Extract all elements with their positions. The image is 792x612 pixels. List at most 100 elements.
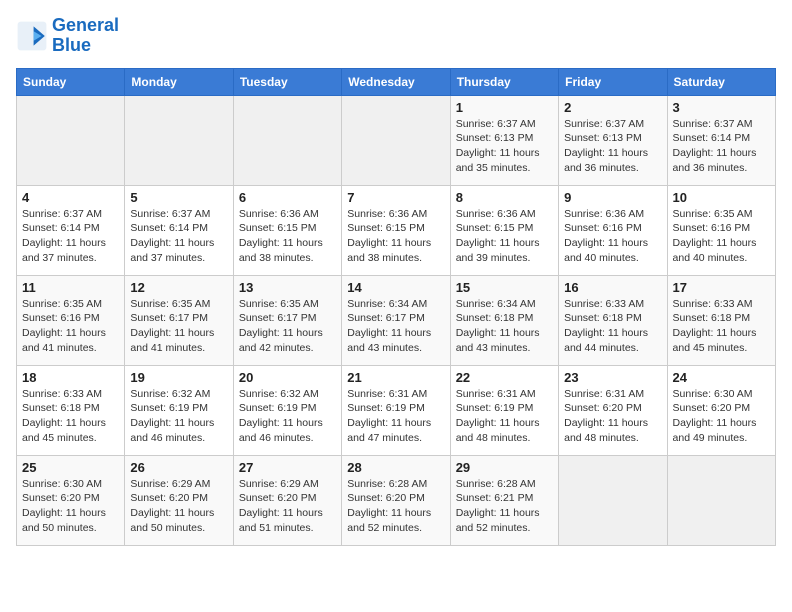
day-cell: 14 Sunrise: 6:34 AM Sunset: 6:17 PM Dayli… xyxy=(342,275,450,365)
day-number: 15 xyxy=(456,280,553,295)
day-cell: 6Sunrise: 6:36 AM Sunset: 6:15 PM Daylig… xyxy=(233,185,341,275)
day-number: 20 xyxy=(239,370,336,385)
logo: General Blue xyxy=(16,16,119,56)
day-info: Sunrise: 6:34 AM Sunset: 6:17 PM Dayligh… xyxy=(347,297,444,356)
day-cell: 20 Sunrise: 6:32 AM Sunset: 6:19 PM Dayli… xyxy=(233,365,341,455)
day-info: Sunrise: 6:36 AM Sunset: 6:15 PM Dayligh… xyxy=(239,207,336,266)
logo-icon xyxy=(16,20,48,52)
column-header-thursday: Thursday xyxy=(450,68,558,95)
day-number: 3 xyxy=(673,100,770,115)
day-info: Sunrise: 6:36 AM Sunset: 6:15 PM Dayligh… xyxy=(456,207,553,266)
day-cell: 27 Sunrise: 6:29 AM Sunset: 6:20 PM Dayli… xyxy=(233,455,341,545)
day-info: Sunrise: 6:33 AM Sunset: 6:18 PM Dayligh… xyxy=(22,387,119,446)
day-number: 2 xyxy=(564,100,661,115)
day-cell: 17 Sunrise: 6:33 AM Sunset: 6:18 PM Dayli… xyxy=(667,275,775,365)
day-cell: 16Sunrise: 6:33 AM Sunset: 6:18 PM Dayli… xyxy=(559,275,667,365)
column-header-friday: Friday xyxy=(559,68,667,95)
day-cell: 29 Sunrise: 6:28 AM Sunset: 6:21 PM Dayli… xyxy=(450,455,558,545)
day-number: 23 xyxy=(564,370,661,385)
day-info: Sunrise: 6:31 AM Sunset: 6:20 PM Dayligh… xyxy=(564,387,661,446)
day-info: Sunrise: 6:28 AM Sunset: 6:20 PM Dayligh… xyxy=(347,477,444,536)
day-info: Sunrise: 6:33 AM Sunset: 6:18 PM Dayligh… xyxy=(564,297,661,356)
column-header-monday: Monday xyxy=(125,68,233,95)
day-info: Sunrise: 6:31 AM Sunset: 6:19 PM Dayligh… xyxy=(456,387,553,446)
day-number: 11 xyxy=(22,280,119,295)
day-cell: 2 Sunrise: 6:37 AM Sunset: 6:13 PM Daylig… xyxy=(559,95,667,185)
column-header-sunday: Sunday xyxy=(17,68,125,95)
day-cell: 13 Sunrise: 6:35 AM Sunset: 6:17 PM Dayli… xyxy=(233,275,341,365)
day-cell: 8 Sunrise: 6:36 AM Sunset: 6:15 PM Daylig… xyxy=(450,185,558,275)
day-info: Sunrise: 6:31 AM Sunset: 6:19 PM Dayligh… xyxy=(347,387,444,446)
week-row-1: 4Sunrise: 6:37 AM Sunset: 6:14 PM Daylig… xyxy=(17,185,776,275)
day-number: 21 xyxy=(347,370,444,385)
day-number: 19 xyxy=(130,370,227,385)
day-info: Sunrise: 6:33 AM Sunset: 6:18 PM Dayligh… xyxy=(673,297,770,356)
day-cell: 3 Sunrise: 6:37 AM Sunset: 6:14 PM Daylig… xyxy=(667,95,775,185)
day-number: 29 xyxy=(456,460,553,475)
day-info: Sunrise: 6:37 AM Sunset: 6:14 PM Dayligh… xyxy=(22,207,119,266)
day-info: Sunrise: 6:32 AM Sunset: 6:19 PM Dayligh… xyxy=(239,387,336,446)
day-info: Sunrise: 6:29 AM Sunset: 6:20 PM Dayligh… xyxy=(130,477,227,536)
day-number: 8 xyxy=(456,190,553,205)
day-cell: 10Sunrise: 6:35 AM Sunset: 6:16 PM Dayli… xyxy=(667,185,775,275)
day-cell: 25Sunrise: 6:30 AM Sunset: 6:20 PM Dayli… xyxy=(17,455,125,545)
day-cell: 9 Sunrise: 6:36 AM Sunset: 6:16 PM Daylig… xyxy=(559,185,667,275)
week-row-0: 1Sunrise: 6:37 AM Sunset: 6:13 PM Daylig… xyxy=(17,95,776,185)
day-number: 5 xyxy=(130,190,227,205)
day-info: Sunrise: 6:35 AM Sunset: 6:17 PM Dayligh… xyxy=(130,297,227,356)
column-header-saturday: Saturday xyxy=(667,68,775,95)
day-info: Sunrise: 6:34 AM Sunset: 6:18 PM Dayligh… xyxy=(456,297,553,356)
day-number: 17 xyxy=(673,280,770,295)
day-cell: 26 Sunrise: 6:29 AM Sunset: 6:20 PM Dayli… xyxy=(125,455,233,545)
day-info: Sunrise: 6:29 AM Sunset: 6:20 PM Dayligh… xyxy=(239,477,336,536)
calendar-table: SundayMondayTuesdayWednesdayThursdayFrid… xyxy=(16,68,776,546)
week-row-3: 18Sunrise: 6:33 AM Sunset: 6:18 PM Dayli… xyxy=(17,365,776,455)
day-cell xyxy=(17,95,125,185)
day-info: Sunrise: 6:37 AM Sunset: 6:13 PM Dayligh… xyxy=(564,117,661,176)
day-info: Sunrise: 6:37 AM Sunset: 6:14 PM Dayligh… xyxy=(673,117,770,176)
day-info: Sunrise: 6:32 AM Sunset: 6:19 PM Dayligh… xyxy=(130,387,227,446)
week-row-4: 25Sunrise: 6:30 AM Sunset: 6:20 PM Dayli… xyxy=(17,455,776,545)
day-number: 7 xyxy=(347,190,444,205)
day-cell: 21 Sunrise: 6:31 AM Sunset: 6:19 PM Dayli… xyxy=(342,365,450,455)
day-info: Sunrise: 6:37 AM Sunset: 6:14 PM Dayligh… xyxy=(130,207,227,266)
day-cell: 15 Sunrise: 6:34 AM Sunset: 6:18 PM Dayli… xyxy=(450,275,558,365)
day-number: 28 xyxy=(347,460,444,475)
day-info: Sunrise: 6:36 AM Sunset: 6:15 PM Dayligh… xyxy=(347,207,444,266)
day-number: 27 xyxy=(239,460,336,475)
calendar-header: SundayMondayTuesdayWednesdayThursdayFrid… xyxy=(17,68,776,95)
day-number: 26 xyxy=(130,460,227,475)
day-number: 22 xyxy=(456,370,553,385)
day-info: Sunrise: 6:28 AM Sunset: 6:21 PM Dayligh… xyxy=(456,477,553,536)
day-cell: 28 Sunrise: 6:28 AM Sunset: 6:20 PM Dayli… xyxy=(342,455,450,545)
day-cell: 24Sunrise: 6:30 AM Sunset: 6:20 PM Dayli… xyxy=(667,365,775,455)
column-header-tuesday: Tuesday xyxy=(233,68,341,95)
day-cell xyxy=(559,455,667,545)
day-number: 9 xyxy=(564,190,661,205)
week-row-2: 11 Sunrise: 6:35 AM Sunset: 6:16 PM Dayli… xyxy=(17,275,776,365)
day-number: 13 xyxy=(239,280,336,295)
day-cell: 18Sunrise: 6:33 AM Sunset: 6:18 PM Dayli… xyxy=(17,365,125,455)
day-info: Sunrise: 6:35 AM Sunset: 6:17 PM Dayligh… xyxy=(239,297,336,356)
day-cell: 7 Sunrise: 6:36 AM Sunset: 6:15 PM Daylig… xyxy=(342,185,450,275)
day-cell xyxy=(125,95,233,185)
day-cell: 23 Sunrise: 6:31 AM Sunset: 6:20 PM Dayli… xyxy=(559,365,667,455)
day-info: Sunrise: 6:30 AM Sunset: 6:20 PM Dayligh… xyxy=(673,387,770,446)
day-cell: 19 Sunrise: 6:32 AM Sunset: 6:19 PM Dayli… xyxy=(125,365,233,455)
page-header: General Blue xyxy=(16,16,776,56)
day-number: 14 xyxy=(347,280,444,295)
day-cell xyxy=(233,95,341,185)
day-info: Sunrise: 6:36 AM Sunset: 6:16 PM Dayligh… xyxy=(564,207,661,266)
calendar-body: 1Sunrise: 6:37 AM Sunset: 6:13 PM Daylig… xyxy=(17,95,776,545)
header-row: SundayMondayTuesdayWednesdayThursdayFrid… xyxy=(17,68,776,95)
day-info: Sunrise: 6:30 AM Sunset: 6:20 PM Dayligh… xyxy=(22,477,119,536)
day-cell xyxy=(342,95,450,185)
day-info: Sunrise: 6:35 AM Sunset: 6:16 PM Dayligh… xyxy=(22,297,119,356)
day-cell: 1Sunrise: 6:37 AM Sunset: 6:13 PM Daylig… xyxy=(450,95,558,185)
day-cell xyxy=(667,455,775,545)
day-cell: 5 Sunrise: 6:37 AM Sunset: 6:14 PM Daylig… xyxy=(125,185,233,275)
day-cell: 11 Sunrise: 6:35 AM Sunset: 6:16 PM Dayli… xyxy=(17,275,125,365)
day-number: 12 xyxy=(130,280,227,295)
logo-text: General Blue xyxy=(52,16,119,56)
day-info: Sunrise: 6:37 AM Sunset: 6:13 PM Dayligh… xyxy=(456,117,553,176)
